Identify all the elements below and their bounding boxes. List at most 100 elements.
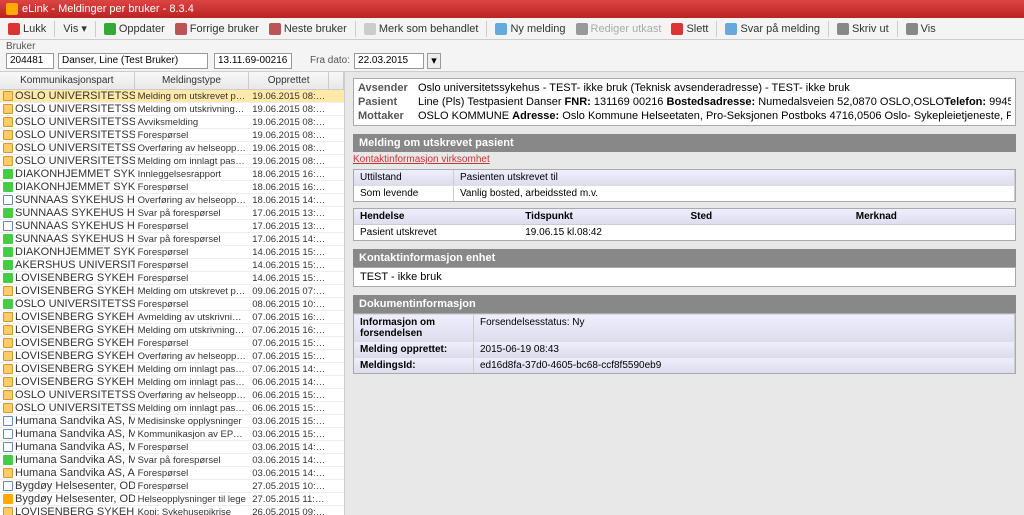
date-dropdown-button[interactable]: ▾ bbox=[427, 53, 441, 69]
table-row[interactable]: OSLO UNIVERSITETSSYKEHUS HFAvviksmelding… bbox=[0, 116, 344, 129]
kontakt-link[interactable]: Kontaktinformasjon virksomhet bbox=[353, 152, 490, 169]
row-date: 07.06.2015 14:54:27 bbox=[249, 364, 329, 375]
row-partner: LOVISENBERG SYKEHUS bbox=[15, 376, 135, 388]
table-row[interactable]: OSLO UNIVERSITETSSYKEHUS HFMelding om ut… bbox=[0, 103, 344, 116]
row-type: Forespørsel bbox=[135, 442, 250, 453]
row-type-icon bbox=[3, 143, 13, 153]
table-row[interactable]: Humana Sandvika AS, ANETTE BAK…Forespørs… bbox=[0, 467, 344, 480]
table-row[interactable]: Humana Sandvika AS, MORTEN OP…Kommunikas… bbox=[0, 428, 344, 441]
row-type-icon bbox=[3, 390, 13, 400]
table-row[interactable]: LOVISENBERG SYKEHUSMelding om utskrevet … bbox=[0, 285, 344, 298]
table-row[interactable]: LOVISENBERG SYKEHUSAvmelding av utskrivn… bbox=[0, 311, 344, 324]
row-partner: LOVISENBERG SYKEHUS bbox=[15, 350, 135, 362]
row-type-icon bbox=[3, 481, 13, 491]
table-row[interactable]: Humana Sandvika AS, MORTEN OP…Medisinske… bbox=[0, 415, 344, 428]
row-date: 27.05.2015 10:08:31 bbox=[249, 481, 329, 492]
app-icon bbox=[6, 3, 18, 15]
row-date: 03.06.2015 14:55:25 bbox=[249, 442, 329, 453]
row-type: Forespørsel bbox=[135, 182, 250, 193]
table-row[interactable]: LOVISENBERG SYKEHUSOverføring av helseop… bbox=[0, 350, 344, 363]
row-type-icon bbox=[3, 130, 13, 140]
table-row[interactable]: LOVISENBERG SYKEHUSMelding om innlagt pa… bbox=[0, 363, 344, 376]
row-partner: LOVISENBERG SYKEHUS bbox=[15, 324, 135, 336]
mark-handled-button[interactable]: Merk som behandlet bbox=[360, 22, 483, 36]
row-partner: DIAKONHJEMMET SYKEHUS bbox=[15, 181, 135, 193]
row-date: 14.06.2015 15:51:16 bbox=[249, 260, 329, 271]
message-list[interactable]: Kommunikasjonspart Meldingstype Opprette… bbox=[0, 72, 345, 515]
table-row[interactable]: SUNNAAS SYKEHUS HFSvar på forespørsel17.… bbox=[0, 233, 344, 246]
print-icon bbox=[837, 23, 849, 35]
ident-input[interactable] bbox=[214, 53, 292, 69]
row-type-icon bbox=[3, 364, 13, 374]
table-row[interactable]: OSLO UNIVERSITETSSYKEHUS HFForespørsel19… bbox=[0, 129, 344, 142]
col-meldingstype[interactable]: Meldingstype bbox=[135, 72, 250, 89]
print-button[interactable]: Skriv ut bbox=[833, 22, 893, 36]
table-row[interactable]: OSLO UNIVERSITETSSYKEHUS HFMelding om in… bbox=[0, 155, 344, 168]
row-type: Forespørsel bbox=[135, 468, 250, 479]
row-date: 03.06.2015 15:17:36 bbox=[249, 429, 329, 440]
table-row[interactable]: Bygdøy Helsesenter, ODD STORST…Forespørs… bbox=[0, 480, 344, 493]
row-type: Melding om innlagt pasient bbox=[135, 377, 250, 388]
table-row[interactable]: SUNNAAS SYKEHUS HFSvar på forespørsel17.… bbox=[0, 207, 344, 220]
table-row[interactable]: LOVISENBERG SYKEHUSKopi: Sykehusepikrise… bbox=[0, 506, 344, 515]
table-row[interactable]: LOVISENBERG SYKEHUSForespørsel14.06.2015… bbox=[0, 272, 344, 285]
row-partner: OSLO UNIVERSITETSSYKEHUS HF… bbox=[15, 90, 135, 102]
row-date: 07.06.2015 15:06:50 bbox=[249, 338, 329, 349]
table-row[interactable]: DIAKONHJEMMET SYKEHUSInnleggelsesrapport… bbox=[0, 168, 344, 181]
fra-dato-input[interactable] bbox=[354, 53, 424, 69]
row-partner: DIAKONHJEMMET SYKEHUS bbox=[15, 168, 135, 180]
row-date: 09.06.2015 07:03:00 bbox=[249, 286, 329, 297]
row-type: Overføring av helseopplysning ved søk… bbox=[135, 351, 250, 362]
next-user-button[interactable]: Neste bruker bbox=[265, 22, 351, 36]
table-row[interactable]: LOVISENBERG SYKEHUSMelding om innlagt pa… bbox=[0, 376, 344, 389]
hendelse-table: Hendelse Tidspunkt Sted Merknad Pasient … bbox=[353, 208, 1016, 241]
table-row[interactable]: SUNNAAS SYKEHUS HFOverføring av helseopp… bbox=[0, 194, 344, 207]
table-row[interactable]: Bygdøy Helsesenter, ODD STO…Helseopplysn… bbox=[0, 493, 344, 506]
view-button[interactable]: Vis ▾ bbox=[59, 21, 91, 36]
table-row[interactable]: DIAKONHJEMMET SYKEHUSForespørsel14.06.20… bbox=[0, 246, 344, 259]
row-partner: SUNNAAS SYKEHUS HF bbox=[15, 207, 135, 219]
new-message-button[interactable]: Ny melding bbox=[491, 22, 569, 36]
table-row[interactable]: OSLO UNIVERSITETSSYKEHUS HFOverføring av… bbox=[0, 142, 344, 155]
row-partner: Humana Sandvika AS, MORTEN OP… bbox=[15, 428, 135, 440]
row-type: Kommunikasjon av EPJ-innhold bbox=[135, 429, 250, 440]
table-row[interactable]: OSLO UNIVERSITETSSYKEHUS HFMelding om in… bbox=[0, 402, 344, 415]
row-type-icon bbox=[3, 429, 13, 439]
row-date: 07.06.2015 16:01:22 bbox=[249, 312, 329, 323]
refresh-button[interactable]: Oppdater bbox=[100, 22, 169, 36]
table-row[interactable]: OSLO UNIVERSITETSSYKEHUS HFOverføring av… bbox=[0, 389, 344, 402]
bruker-id-input[interactable] bbox=[6, 53, 54, 69]
reply-button[interactable]: Svar på melding bbox=[721, 22, 824, 36]
row-date: 14.06.2015 15:51:43 bbox=[249, 247, 329, 258]
row-date: 18.06.2015 16:38:45 bbox=[249, 182, 329, 193]
col-opprettet[interactable]: Opprettet bbox=[249, 72, 329, 89]
filter-bar: Bruker Fra dato: ▾ bbox=[0, 40, 1024, 72]
table-row[interactable]: LOVISENBERG SYKEHUSForespørsel07.06.2015… bbox=[0, 337, 344, 350]
section-melding: Melding om utskrevet pasient bbox=[353, 134, 1016, 152]
row-type: Melding om innlagt pasient bbox=[135, 364, 250, 375]
row-type-icon bbox=[3, 104, 13, 114]
table-row[interactable]: DIAKONHJEMMET SYKEHUSForespørsel18.06.20… bbox=[0, 181, 344, 194]
delete-button[interactable]: Slett bbox=[667, 22, 712, 36]
prev-user-button[interactable]: Forrige bruker bbox=[171, 22, 263, 36]
table-row[interactable]: Humana Sandvika AS, MORTEN…Svar på fores… bbox=[0, 454, 344, 467]
bruker-name-input[interactable] bbox=[58, 53, 208, 69]
row-date: 17.06.2015 13:08:16 bbox=[249, 208, 329, 219]
table-row[interactable]: OSLO UNIVERSITETSSYKEHUS HFForespørsel08… bbox=[0, 298, 344, 311]
table-row[interactable]: OSLO UNIVERSITETSSYKEHUS HF…Melding om u… bbox=[0, 90, 344, 103]
table-row[interactable]: Humana Sandvika AS, MORTEN OP…Forespørse… bbox=[0, 441, 344, 454]
row-partner: Humana Sandvika AS, MORTEN… bbox=[15, 454, 135, 466]
row-type-icon bbox=[3, 221, 13, 231]
show-button[interactable]: Vis bbox=[902, 22, 940, 36]
row-partner: Bygdøy Helsesenter, ODD STO… bbox=[15, 493, 135, 505]
col-kommunikasjonspart[interactable]: Kommunikasjonspart bbox=[0, 72, 135, 89]
col-flag[interactable] bbox=[329, 72, 344, 89]
table-row[interactable]: LOVISENBERG SYKEHUSMelding om utskrivnin… bbox=[0, 324, 344, 337]
row-partner: LOVISENBERG SYKEHUS bbox=[15, 363, 135, 375]
close-button[interactable]: Lukk bbox=[4, 22, 50, 36]
row-type: Overføring av helseopplysning ved søk… bbox=[135, 390, 250, 401]
dokinfo-table: Informasjon om forsendelsenForsendelsess… bbox=[353, 313, 1016, 374]
row-partner: OSLO UNIVERSITETSSYKEHUS HF bbox=[15, 298, 135, 310]
table-row[interactable]: SUNNAAS SYKEHUS HFForespørsel17.06.2015 … bbox=[0, 220, 344, 233]
table-row[interactable]: AKERSHUS UNIVERSITETSSYKEHUSForespørsel1… bbox=[0, 259, 344, 272]
